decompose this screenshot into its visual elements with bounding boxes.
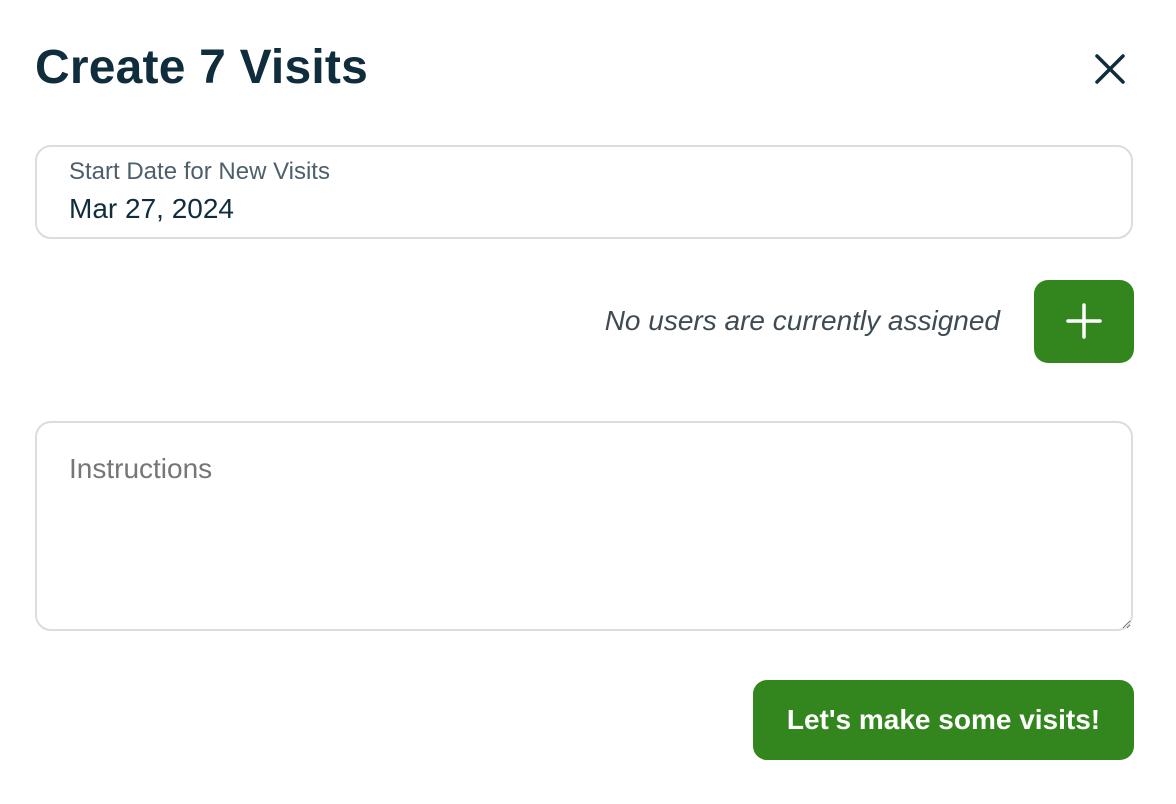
make-visits-button[interactable]: Let's make some visits! xyxy=(753,680,1134,760)
start-date-field[interactable]: Start Date for New Visits Mar 27, 2024 xyxy=(35,145,1133,239)
instructions-textarea[interactable] xyxy=(35,421,1133,631)
start-date-value[interactable]: Mar 27, 2024 xyxy=(69,193,234,225)
add-user-button[interactable] xyxy=(1034,280,1134,363)
modal-title: Create 7 Visits xyxy=(35,41,368,94)
create-visits-modal: Create 7 Visits Start Date for New Visit… xyxy=(0,0,1176,804)
start-date-label: Start Date for New Visits xyxy=(69,158,330,185)
close-icon xyxy=(1086,46,1134,94)
assigned-users-status: No users are currently assigned xyxy=(604,305,1000,336)
close-button[interactable] xyxy=(1086,46,1134,94)
